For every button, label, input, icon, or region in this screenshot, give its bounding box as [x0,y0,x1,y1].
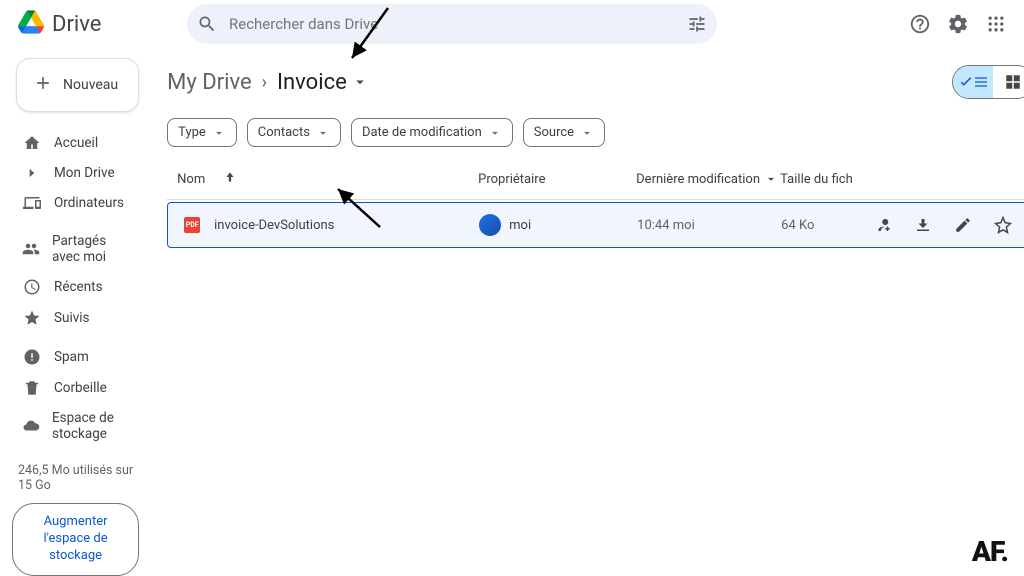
sidebar-item-shared[interactable]: Partagés avec moi [12,227,139,271]
file-name-cell: PDF invoice-DevSolutions [174,217,479,233]
column-modified[interactable]: Dernière modification [636,172,780,187]
sidebar-item-label: Récents [54,279,103,295]
view-controls [952,65,1024,99]
sidebar-item-label: Ordinateurs [54,195,124,211]
watermark: AF. [972,535,1008,568]
search-bar[interactable] [187,4,717,44]
new-button[interactable]: Nouveau [16,58,139,112]
sidebar: Nouveau Accueil Mon Drive Ordinateurs Pa… [0,48,151,576]
sidebar-item-label: Corbeille [54,380,107,396]
file-name: invoice-DevSolutions [214,218,334,233]
search-icon[interactable] [195,12,219,36]
shared-icon [22,240,40,258]
grid-view-button[interactable] [993,66,1024,98]
recent-icon [22,278,42,296]
gear-icon[interactable] [946,12,970,36]
sort-up-icon [223,170,237,188]
caret-down-icon [488,126,502,140]
help-icon[interactable] [908,12,932,36]
logo-area[interactable]: Drive [12,9,187,39]
star-outline-icon[interactable] [991,213,1015,237]
chip-label: Contacts [258,125,310,140]
storage-usage: 246,5 Mo utilisés sur 15 Go [18,463,139,493]
chip-label: Type [178,125,206,140]
list-view-button[interactable] [953,66,993,98]
filter-type[interactable]: Type [167,118,237,147]
spam-icon [22,348,42,366]
breadcrumb-current[interactable]: Invoice [277,70,369,95]
home-icon [22,134,42,152]
apps-icon[interactable] [984,12,1008,36]
sidebar-item-spam[interactable]: Spam [12,342,139,372]
avatar [479,214,501,236]
sidebar-item-label: Suivis [54,310,90,326]
size-cell: 64 Ko [781,218,871,233]
filter-contacts[interactable]: Contacts [247,118,341,147]
sidebar-item-label: Espace de stockage [52,410,129,442]
row-actions [871,213,1024,237]
column-label: Dernière modification [636,172,760,187]
modified-cell: 10:44 moi [637,218,781,233]
share-icon[interactable] [871,213,895,237]
product-name: Drive [52,12,101,37]
app-header: Drive [0,0,1024,48]
sidebar-item-trash[interactable]: Corbeille [12,373,139,403]
sidebar-item-computers[interactable]: Ordinateurs [12,188,139,218]
new-button-label: Nouveau [63,77,118,93]
download-icon[interactable] [911,213,935,237]
sidebar-item-mydrive[interactable]: Mon Drive [12,159,139,187]
sidebar-item-label: Partagés avec moi [52,233,129,265]
file-row[interactable]: PDF invoice-DevSolutions moi 10:44 moi 6… [167,202,1024,248]
column-owner[interactable]: Propriétaire [478,172,636,187]
caret-down-icon [764,172,778,186]
filter-modified[interactable]: Date de modification [351,118,513,147]
drive-logo-icon [18,9,44,39]
upgrade-storage-button[interactable]: Augmenter l'espace de stockage [12,503,139,576]
plus-icon [33,73,53,97]
sidebar-item-recent[interactable]: Récents [12,272,139,302]
column-label: Taille du fich [780,172,853,187]
modified-time: 10:44 [637,218,669,233]
table-header: Nom Propriétaire Dernière modification T… [167,159,1024,200]
owner-name: moi [509,218,531,233]
breadcrumb-root[interactable]: My Drive [167,70,252,95]
chevron-right-icon: › [262,72,267,93]
sidebar-item-starred[interactable]: Suivis [12,303,139,333]
column-label: Nom [177,172,205,187]
breadcrumb-current-label: Invoice [277,70,347,95]
sidebar-item-label: Spam [54,349,89,365]
pdf-icon: PDF [184,217,200,233]
caret-down-icon [316,126,330,140]
sidebar-item-label: Mon Drive [54,165,115,181]
owner-cell: moi [479,214,637,236]
filter-source[interactable]: Source [523,118,605,147]
edit-icon[interactable] [951,213,975,237]
caret-down-icon [212,126,226,140]
sidebar-item-home[interactable]: Accueil [12,128,139,158]
header-actions [908,12,1012,36]
sidebar-item-label: Accueil [54,135,98,151]
sidebar-item-storage[interactable]: Espace de stockage [12,404,139,448]
modified-by: moi [673,218,695,233]
chip-label: Source [534,125,574,140]
trash-icon [22,379,42,397]
view-toggle [952,65,1024,99]
column-size[interactable]: Taille du fich [780,172,870,187]
caret-down-icon [580,126,594,140]
cloud-icon [22,417,40,435]
column-name[interactable]: Nom [173,170,478,188]
devices-icon [22,194,42,212]
caret-down-icon [351,73,369,91]
breadcrumb: My Drive › Invoice [167,70,369,95]
star-icon [22,309,42,327]
content-area: My Drive › Invoice Type Contacts Date de… [151,48,1024,576]
chevron-right-icon [22,166,42,180]
column-label: Propriétaire [478,172,545,187]
tune-icon[interactable] [685,12,709,36]
search-input[interactable] [229,15,685,33]
filter-row: Type Contacts Date de modification Sourc… [167,118,1024,147]
chip-label: Date de modification [362,125,482,140]
